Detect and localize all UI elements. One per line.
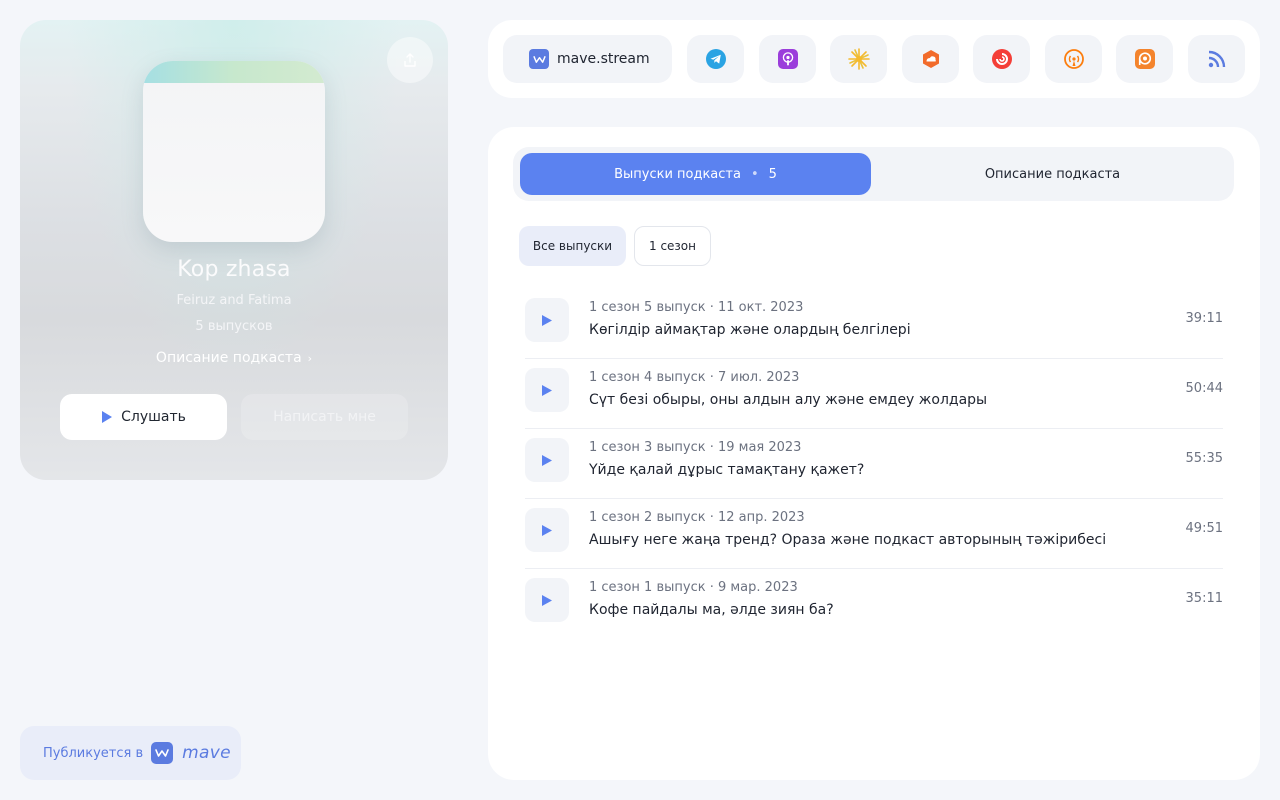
cover-stripe xyxy=(143,61,325,83)
filter-season-1[interactable]: 1 сезон xyxy=(634,226,711,266)
episode-row[interactable]: 1 сезон 2 выпуск · 12 апр. 2023 Ашығу не… xyxy=(525,499,1223,569)
episode-row[interactable]: 1 сезон 3 выпуск · 19 мая 2023 Үйде қала… xyxy=(525,429,1223,499)
episode-duration: 55:35 xyxy=(1185,451,1223,466)
episode-title[interactable]: Кофе пайдалы ма, әлде зиян ба? xyxy=(589,602,834,618)
tab-description[interactable]: Описание подкаста xyxy=(877,153,1228,195)
episode-meta: 1 сезон 1 выпуск · 9 мар. 2023 xyxy=(589,580,798,595)
pocket-casts-button[interactable] xyxy=(973,35,1030,83)
play-icon xyxy=(542,384,552,396)
platforms-bar: mave.stream xyxy=(488,20,1260,98)
play-icon xyxy=(542,594,552,606)
episode-play-button[interactable] xyxy=(525,368,569,412)
episodes-panel: Выпуски подкаста • 5 Описание подкаста В… xyxy=(488,127,1260,780)
episode-play-button[interactable] xyxy=(525,578,569,622)
episode-meta: 1 сезон 4 выпуск · 7 июл. 2023 xyxy=(589,370,800,385)
listen-button[interactable]: Слушать xyxy=(60,394,227,440)
overcast-button[interactable] xyxy=(1045,35,1102,83)
apple-podcasts-button[interactable] xyxy=(759,35,816,83)
rss-icon xyxy=(1208,50,1225,68)
chevron-right-icon: › xyxy=(307,352,313,365)
published-in-badge[interactable]: Публикуется в mave xyxy=(20,726,241,780)
filter-all-episodes[interactable]: Все выпуски xyxy=(519,226,626,266)
episode-row[interactable]: 1 сезон 5 выпуск · 11 окт. 2023 Көгілдір… xyxy=(525,289,1223,359)
tab-episodes-count: 5 xyxy=(768,166,777,182)
write-me-button-label: Написать мне xyxy=(273,409,376,425)
share-button[interactable] xyxy=(387,37,433,83)
episode-duration: 50:44 xyxy=(1185,381,1223,396)
podcast-card: Kop zhasa Feiruz and Fatima 5 выпусков О… xyxy=(20,20,448,480)
mave-stream-label: mave.stream xyxy=(557,51,650,67)
telegram-icon xyxy=(705,49,726,69)
episode-title[interactable]: Сүт безі обыры, оны алдын алу және емдеу… xyxy=(589,392,987,408)
telegram-button[interactable] xyxy=(687,35,744,83)
mave-wordmark: mave xyxy=(182,743,231,763)
write-me-button[interactable]: Написать мне xyxy=(241,394,408,440)
overcast-icon xyxy=(1063,49,1084,69)
published-in-label: Публикуется в xyxy=(43,745,144,761)
episode-list: 1 сезон 5 выпуск · 11 окт. 2023 Көгілдір… xyxy=(525,289,1223,638)
apple-podcasts-icon xyxy=(777,49,798,69)
description-link-label: Описание подкаста xyxy=(155,350,302,366)
tab-episodes-label: Выпуски подкаста xyxy=(614,166,741,182)
tab-episodes[interactable]: Выпуски подкаста • 5 xyxy=(520,153,871,195)
episode-row[interactable]: 1 сезон 1 выпуск · 9 мар. 2023 Кофе пайд… xyxy=(525,569,1223,638)
episode-title[interactable]: Көгілдір аймақтар және олардың белгілері xyxy=(589,322,911,338)
podcast-author: Feiruz and Fatima xyxy=(176,293,292,308)
yandex-music-button[interactable] xyxy=(830,35,887,83)
episode-title[interactable]: Үйде қалай дұрыс тамақтану қажет? xyxy=(589,462,864,478)
soundstream-button[interactable] xyxy=(902,35,959,83)
episode-count: 5 выпусков xyxy=(195,319,273,334)
mave-stream-link[interactable]: mave.stream xyxy=(503,35,672,83)
play-icon xyxy=(542,314,552,326)
podcast-addict-icon xyxy=(1134,49,1155,69)
episode-title[interactable]: Ашығу неге жаңа тренд? Ораза және подкас… xyxy=(589,532,1106,548)
listen-button-label: Слушать xyxy=(121,409,186,425)
podcast-cover xyxy=(143,61,325,242)
rss-button[interactable] xyxy=(1188,35,1245,83)
play-icon xyxy=(542,524,552,536)
episode-duration: 35:11 xyxy=(1185,591,1223,606)
yandex-music-icon xyxy=(847,48,870,70)
pocket-casts-icon xyxy=(991,49,1012,69)
episode-play-button[interactable] xyxy=(525,508,569,552)
episode-play-button[interactable] xyxy=(525,438,569,482)
episode-row[interactable]: 1 сезон 4 выпуск · 7 июл. 2023 Сүт безі … xyxy=(525,359,1223,429)
podcast-addict-button[interactable] xyxy=(1116,35,1173,83)
episode-meta: 1 сезон 5 выпуск · 11 окт. 2023 xyxy=(589,300,804,315)
mave-logo-icon xyxy=(529,49,549,69)
soundstream-icon xyxy=(922,50,939,68)
mave-logo-icon xyxy=(151,742,174,764)
episode-duration: 39:11 xyxy=(1185,311,1223,326)
tab-description-label: Описание подкаста xyxy=(984,166,1121,182)
description-link[interactable]: Описание подкаста › xyxy=(20,350,448,366)
share-icon xyxy=(404,53,416,67)
episode-duration: 49:51 xyxy=(1185,521,1223,536)
episode-meta: 1 сезон 2 выпуск · 12 апр. 2023 xyxy=(589,510,805,525)
tabs: Выпуски подкаста • 5 Описание подкаста xyxy=(513,147,1234,201)
podcast-title: Kop zhasa xyxy=(177,257,291,282)
episode-play-button[interactable] xyxy=(525,298,569,342)
episode-meta: 1 сезон 3 выпуск · 19 мая 2023 xyxy=(589,440,802,455)
play-icon xyxy=(102,411,113,423)
separator-dot: • xyxy=(750,166,759,182)
play-icon xyxy=(542,454,552,466)
